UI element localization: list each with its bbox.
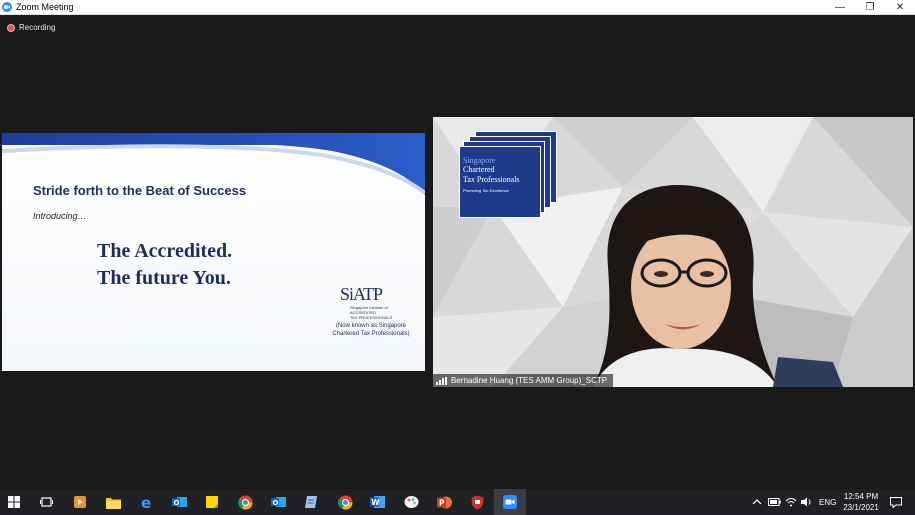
wifi-icon[interactable]	[785, 489, 797, 515]
outlook-icon-2[interactable]: O	[268, 492, 288, 512]
participant-video[interactable]: Singapore Chartered Tax Professionals Pr…	[433, 117, 913, 387]
window-title: Zoom Meeting	[16, 2, 74, 12]
sctp-line1: Singapore	[463, 156, 496, 165]
record-icon	[7, 23, 15, 32]
siatp-logo-sub3: TAX PROFESSIONALS	[350, 315, 393, 320]
zoom-taskbar-icon[interactable]	[494, 489, 526, 515]
notepad-icon[interactable]	[301, 492, 321, 512]
svg-text:P: P	[439, 498, 445, 507]
tray-overflow-chevron-icon[interactable]	[752, 489, 762, 515]
file-explorer-icon[interactable]	[103, 492, 123, 512]
siatp-logo-mark: SiATP	[340, 284, 383, 304]
clock-time: 12:54 PM	[843, 492, 879, 501]
slide-note-line2: Chartered Tax Professionals)	[332, 331, 410, 337]
slide-intro: Introducing…	[33, 211, 87, 221]
slide-heading: Stride forth to the Beat of Success	[33, 183, 247, 198]
clock-date: 23/1/2021	[843, 503, 879, 512]
window-titlebar: Zoom Meeting	[0, 0, 915, 15]
svg-text:e: e	[141, 495, 151, 510]
slide-tagline-line1: The Accredited.	[97, 240, 233, 262]
slide-note: (Now known as Singapore Chartered Tax Pr…	[328, 322, 414, 338]
slide-note-line1: (Now known as Singapore	[335, 323, 407, 329]
security-shield-icon[interactable]	[467, 492, 487, 512]
outlook-icon[interactable]: O	[169, 492, 189, 512]
sctp-tagline: Promoting Tax Excellence	[463, 188, 509, 193]
participant-name-tag: Bernadine Huang (TES AMM Group)_SCTP	[433, 374, 614, 387]
battery-icon[interactable]	[768, 489, 781, 515]
notification-center-icon[interactable]	[890, 489, 902, 515]
recording-label: Recording	[19, 23, 56, 32]
windows-taskbar: e O O W P ENG 12:54 PM 23/1/2021	[0, 489, 915, 515]
sctp-banner-text: Singapore Chartered Tax Professionals Pr…	[463, 156, 520, 193]
signal-strength-icon	[436, 376, 448, 385]
word-icon[interactable]: W	[367, 492, 387, 512]
restore-button[interactable]: ❐	[855, 0, 885, 15]
windows-start-icon[interactable]	[4, 492, 24, 512]
paint-icon[interactable]	[401, 492, 421, 512]
svg-text:O: O	[272, 499, 278, 507]
internet-explorer-icon[interactable]: e	[136, 492, 156, 512]
meeting-area: Recording Stride forth to the Beat of Su…	[0, 15, 915, 489]
task-view-icon[interactable]	[36, 492, 56, 512]
siatp-logo: SiATP Singapore Institute of ACCREDITED …	[340, 284, 400, 320]
volume-icon[interactable]	[801, 489, 813, 515]
minimize-button[interactable]: —	[825, 0, 855, 15]
close-button[interactable]: ✕	[885, 0, 915, 15]
sctp-banner: Singapore Chartered Tax Professionals Pr…	[459, 131, 559, 223]
chrome-icon[interactable]	[235, 492, 255, 512]
recording-indicator[interactable]: Recording	[7, 23, 55, 32]
sctp-line3: Tax Professionals	[463, 175, 520, 184]
taskbar-clock[interactable]: 12:54 PM 23/1/2021	[838, 491, 884, 513]
sticky-notes-icon[interactable]	[202, 492, 222, 512]
slide-tagline-line2: The future You.	[97, 267, 231, 289]
participant-name: Bernadine Huang (TES AMM Group)_SCTP	[451, 376, 608, 385]
chrome-icon-2[interactable]	[335, 492, 355, 512]
svg-text:W: W	[371, 498, 380, 507]
zoom-app-icon	[2, 2, 12, 12]
slide-tagline: The Accredited. The future You.	[97, 238, 232, 292]
shared-screen[interactable]: Stride forth to the Beat of Success Intr…	[2, 133, 425, 371]
language-indicator[interactable]: ENG	[819, 489, 836, 515]
sctp-line2: Chartered	[463, 165, 495, 174]
powerpoint-icon[interactable]: P	[434, 492, 454, 512]
svg-text:O: O	[173, 499, 179, 507]
media-player-icon[interactable]	[70, 492, 90, 512]
participant-face	[631, 225, 731, 349]
